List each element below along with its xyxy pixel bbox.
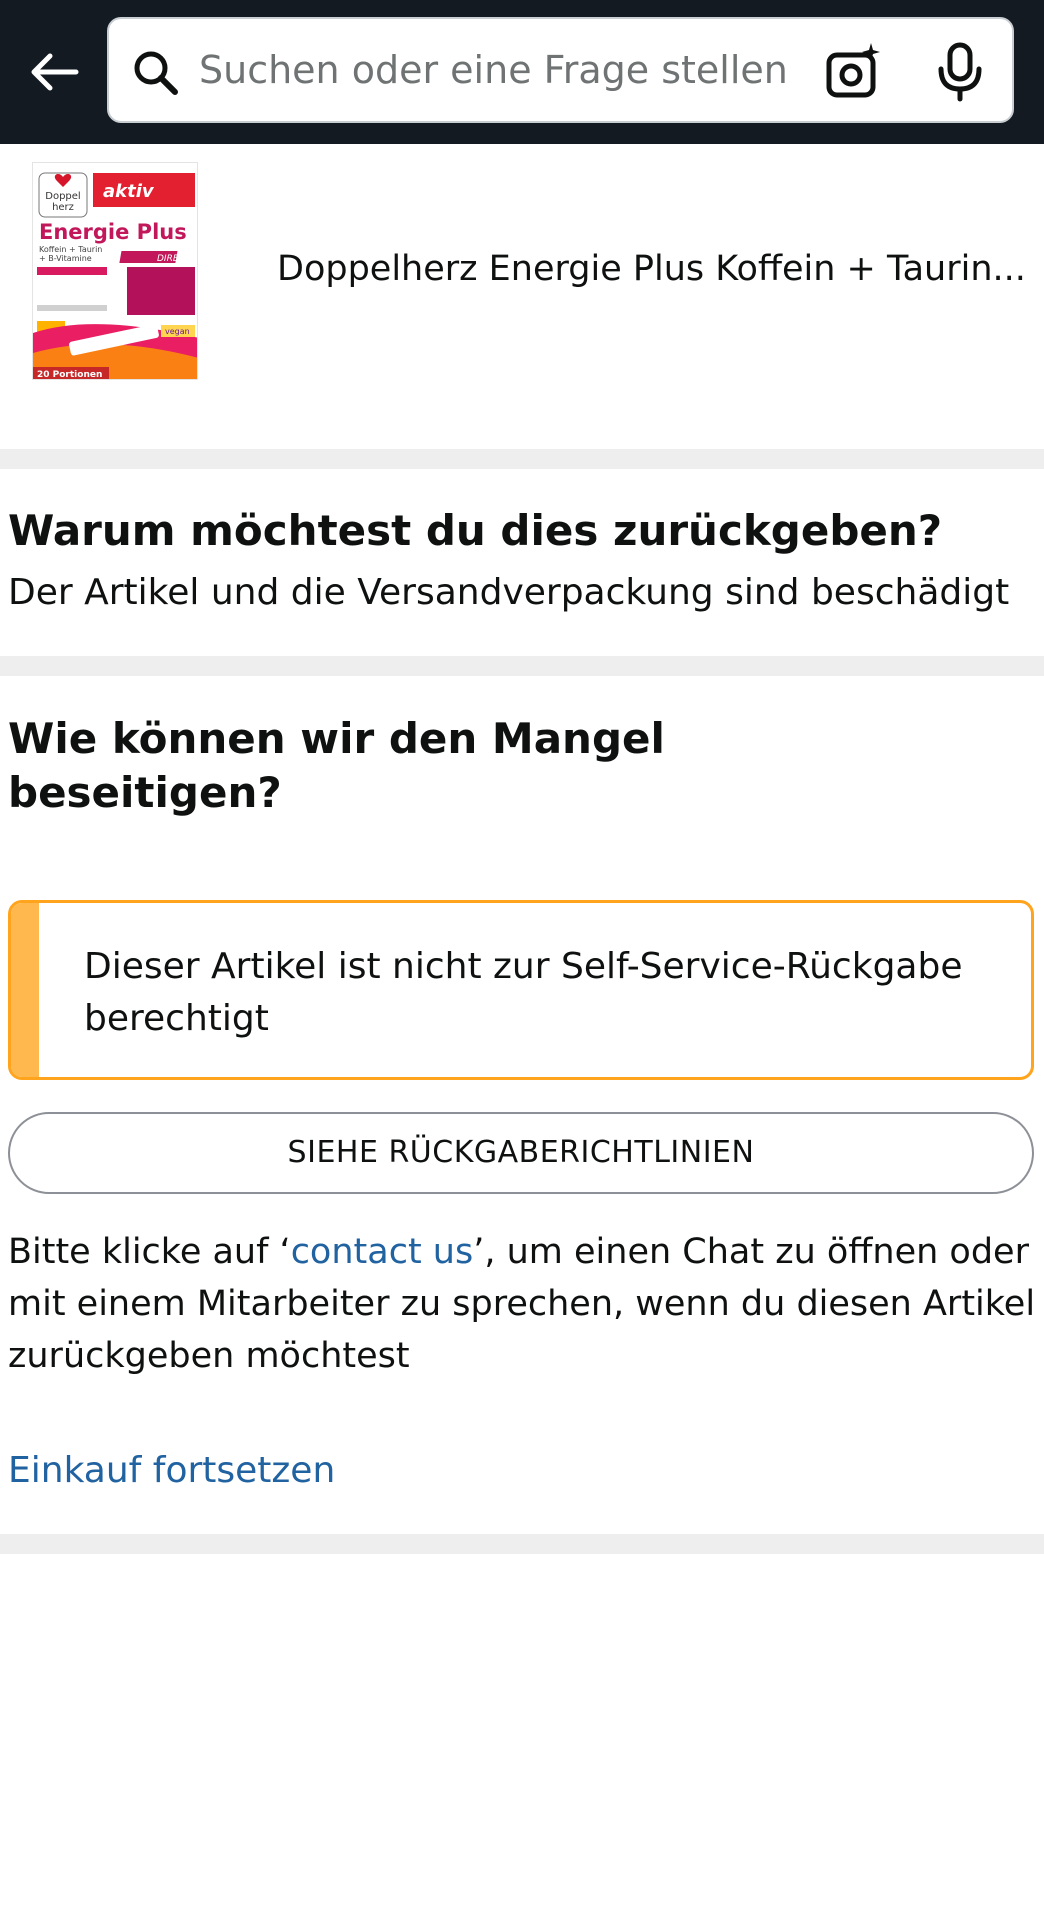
resolution-heading-line1: Wie können wir den Mangel bbox=[8, 714, 665, 763]
top-bar: Suchen oder eine Frage stellen bbox=[0, 0, 1044, 144]
microphone-icon[interactable] bbox=[931, 41, 989, 103]
brand-bottom-text: herz bbox=[52, 202, 74, 213]
section-divider bbox=[0, 1534, 1044, 1554]
section-divider bbox=[0, 656, 1044, 676]
continue-shopping-link[interactable]: Einkauf fortsetzen bbox=[8, 1450, 335, 1491]
alert-text: Dieser Artikel ist nicht zur Self-Servic… bbox=[84, 946, 963, 1039]
product-package-image: Doppel herz aktiv Energie Plus Koffein +… bbox=[33, 163, 197, 380]
line-text: aktiv bbox=[103, 181, 155, 202]
contact-info-prefix: Bitte klicke auf ‘ bbox=[8, 1232, 291, 1272]
back-button[interactable] bbox=[18, 36, 90, 108]
alert-accent-bar bbox=[11, 903, 39, 1077]
product-title[interactable]: Doppelherz Energie Plus Koffein + Taurin… bbox=[277, 249, 1026, 289]
subtitle2-text: + B-Vitamine bbox=[39, 254, 92, 263]
resolution-heading: Wie können wir den Mangel beseitigen? bbox=[8, 712, 665, 820]
subtitle-text: Koffein + Taurin bbox=[39, 245, 102, 254]
section-divider bbox=[0, 449, 1044, 469]
ineligible-alert: Dieser Artikel ist nicht zur Self-Servic… bbox=[8, 900, 1034, 1080]
return-reason-heading: Warum möchtest du dies zurückgeben? bbox=[8, 506, 943, 555]
contact-us-link[interactable]: contact us bbox=[291, 1232, 474, 1272]
return-reason-text: Der Artikel und die Versandverpackung si… bbox=[8, 572, 1010, 613]
badge-text: DIRECT bbox=[157, 254, 192, 264]
portions-text: 20 Portionen bbox=[37, 370, 102, 380]
search-icon bbox=[134, 51, 178, 95]
vegan-text: vegan bbox=[165, 327, 190, 336]
product-image[interactable]: Doppel herz aktiv Energie Plus Koffein +… bbox=[32, 162, 198, 380]
camera-sparkle-icon[interactable] bbox=[823, 41, 885, 103]
product-section: Doppel herz aktiv Energie Plus Koffein +… bbox=[0, 144, 1044, 449]
contact-info-text: Bitte klicke auf ‘contact us’, um einen … bbox=[8, 1226, 1038, 1382]
search-input[interactable]: Suchen oder eine Frage stellen bbox=[199, 19, 788, 121]
return-policy-button[interactable]: SIEHE RÜCKGABERICHTLINIEN bbox=[8, 1112, 1034, 1194]
search-bar[interactable]: Suchen oder eine Frage stellen bbox=[107, 17, 1014, 123]
back-arrow-icon bbox=[31, 53, 79, 91]
brand-top-text: Doppel bbox=[45, 191, 80, 202]
resolution-heading-line2: beseitigen? bbox=[8, 768, 282, 817]
product-name-text: Energie Plus bbox=[39, 220, 187, 244]
